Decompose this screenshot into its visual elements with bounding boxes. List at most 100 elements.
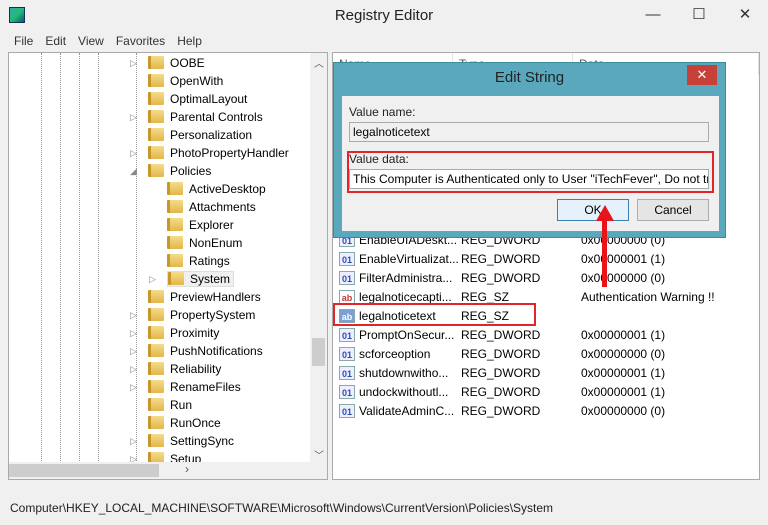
- value-type: REG_DWORD: [461, 385, 541, 399]
- table-row[interactable]: 01 shutdownwitho... REG_DWORD 0x00000001 (1…: [337, 364, 757, 383]
- tree-item[interactable]: ◢ Policies: [130, 162, 212, 180]
- folder-icon: [148, 290, 164, 303]
- tree-item-label: RunOnce: [170, 416, 221, 430]
- hscroll-thumb[interactable]: [9, 464, 159, 477]
- table-row[interactable]: 01 undockwithoutl... REG_DWORD 0x00000001 (…: [337, 383, 757, 402]
- ok-button[interactable]: OK: [557, 199, 629, 221]
- table-row[interactable]: 01 EnableVirtualizat... REG_DWORD 0x0000000…: [337, 250, 757, 269]
- tree-item[interactable]: ▷ PhotoPropertyHandler: [130, 144, 289, 162]
- string-value-icon: ab: [339, 290, 355, 304]
- tree-item[interactable]: ActiveDesktop: [167, 180, 266, 198]
- menu-view[interactable]: View: [72, 32, 110, 50]
- expander-icon[interactable]: ▷: [130, 306, 137, 324]
- tree-item[interactable]: ▷ PropertySystem: [130, 306, 255, 324]
- tree-horizontal-scrollbar[interactable]: ›: [9, 462, 327, 479]
- tree-item[interactable]: ▷ Proximity: [130, 324, 219, 342]
- value-type: REG_DWORD: [461, 347, 541, 361]
- menu-help[interactable]: Help: [171, 32, 208, 50]
- menu-file[interactable]: File: [8, 32, 39, 50]
- tree-item[interactable]: ▷ SettingSync: [130, 432, 235, 450]
- tree-item-label: PushNotifications: [170, 344, 263, 358]
- table-row[interactable]: 01 PromptOnSecur... REG_DWORD 0x00000001 (1…: [337, 326, 757, 345]
- maximize-button[interactable]: ☐: [676, 0, 722, 30]
- folder-icon: [148, 56, 164, 69]
- tree-item[interactable]: RunOnce: [148, 414, 221, 432]
- value-data: 0x00000001 (1): [581, 252, 666, 266]
- tree-item-label: Attachments: [189, 200, 256, 214]
- scroll-up-icon[interactable]: ︿: [314, 55, 324, 70]
- close-button[interactable]: ✕: [722, 0, 768, 30]
- tree-item[interactable]: Ratings: [167, 252, 230, 270]
- tree-item[interactable]: ▷ OOBE: [130, 54, 205, 72]
- expander-icon[interactable]: ▷: [130, 360, 137, 378]
- table-row[interactable]: 01 scforceoption REG_DWORD 0x00000000 (0): [337, 345, 757, 364]
- table-row[interactable]: 01 FilterAdministra... REG_DWORD 0x00000000…: [337, 269, 757, 288]
- scroll-down-icon[interactable]: ﹀: [314, 447, 324, 462]
- binary-value-icon: 01: [339, 328, 355, 342]
- expander-icon[interactable]: ▷: [130, 108, 137, 126]
- tree-item[interactable]: Run: [148, 396, 192, 414]
- table-row[interactable]: 01 ValidateAdminC... REG_DWORD 0x00000000 (…: [337, 402, 757, 421]
- value-data: 0x00000001 (1): [581, 328, 666, 342]
- dialog-close-button[interactable]: ✕: [687, 65, 717, 85]
- tree-item-label: PhotoPropertyHandler: [170, 146, 289, 160]
- folder-icon: [148, 308, 164, 321]
- table-row[interactable]: ab legalnoticetext REG_SZ: [337, 307, 757, 326]
- tree-item[interactable]: OpenWith: [148, 72, 223, 90]
- value-name: scforceoption: [359, 347, 431, 361]
- expander-icon[interactable]: ▷: [130, 378, 137, 396]
- tree-item[interactable]: PreviewHandlers: [148, 288, 261, 306]
- tree-item[interactable]: ▷ Reliability: [130, 360, 221, 378]
- value-type: REG_DWORD: [461, 328, 541, 342]
- tree-vertical-scrollbar[interactable]: ︿ ﹀: [310, 53, 327, 463]
- folder-icon: [148, 164, 164, 177]
- tree-item-label: NonEnum: [189, 236, 243, 250]
- tree-item[interactable]: ▷ PushNotifications: [130, 342, 263, 360]
- value-type: REG_DWORD: [461, 366, 541, 380]
- folder-icon: [148, 110, 164, 123]
- folder-icon: [148, 128, 164, 141]
- value-data: 0x00000001 (1): [581, 385, 666, 399]
- tree-item-label: PreviewHandlers: [170, 290, 261, 304]
- value-data-input[interactable]: This Computer is Authenticated only to U…: [349, 169, 709, 189]
- table-row[interactable]: ab legalnoticecapti... REG_SZ Authenticatio…: [337, 288, 757, 307]
- tree-item[interactable]: ▷ System: [149, 270, 235, 288]
- tree-item[interactable]: Personalization: [148, 126, 252, 144]
- status-bar: Computer\HKEY_LOCAL_MACHINE\SOFTWARE\Mic…: [10, 501, 554, 515]
- folder-icon: [167, 200, 183, 213]
- expander-icon[interactable]: ▷: [130, 144, 137, 162]
- expander-icon[interactable]: ▷: [130, 342, 137, 360]
- minimize-button[interactable]: —: [630, 0, 676, 30]
- cancel-button[interactable]: Cancel: [637, 199, 709, 221]
- scroll-thumb[interactable]: [312, 338, 325, 366]
- scroll-right-icon[interactable]: ›: [185, 462, 189, 476]
- folder-icon: [148, 380, 164, 393]
- value-name: FilterAdministra...: [359, 271, 453, 285]
- expander-icon[interactable]: ◢: [130, 162, 137, 180]
- key-tree[interactable]: ▷ OOBE OpenWith OptimalLayout ▷ Parental Cont…: [8, 52, 328, 480]
- tree-item-label: Explorer: [189, 218, 234, 232]
- tree-item-label: SettingSync: [170, 434, 235, 448]
- binary-value-icon: 01: [339, 347, 355, 361]
- expander-icon[interactable]: ▷: [130, 324, 137, 342]
- tree-item[interactable]: Explorer: [167, 216, 234, 234]
- expander-icon[interactable]: ▷: [149, 270, 156, 288]
- tree-item-label: Policies: [170, 164, 212, 178]
- menu-edit[interactable]: Edit: [39, 32, 72, 50]
- expander-icon[interactable]: ▷: [130, 54, 137, 72]
- tree-item[interactable]: NonEnum: [167, 234, 242, 252]
- folder-icon: [148, 344, 164, 357]
- folder-icon: [168, 272, 184, 285]
- tree-item[interactable]: Attachments: [167, 198, 256, 216]
- binary-value-icon: 01: [339, 385, 355, 399]
- folder-icon: [148, 92, 164, 105]
- expander-icon[interactable]: ▷: [130, 432, 137, 450]
- tree-item-label: RenameFiles: [170, 380, 241, 394]
- menu-favorites[interactable]: Favorites: [110, 32, 171, 50]
- tree-item[interactable]: OptimalLayout: [148, 90, 247, 108]
- value-type: REG_DWORD: [461, 404, 541, 418]
- tree-item[interactable]: ▷ RenameFiles: [130, 378, 241, 396]
- value-type: REG_DWORD: [461, 271, 541, 285]
- tree-item[interactable]: ▷ Parental Controls: [130, 108, 263, 126]
- folder-icon: [148, 146, 164, 159]
